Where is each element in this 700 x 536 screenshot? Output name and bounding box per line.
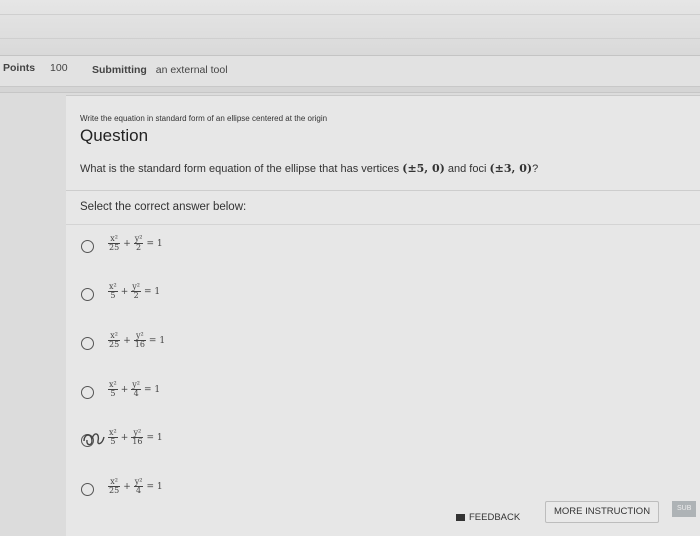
feedback-icon [456,513,465,521]
points-value: 100 [50,62,68,74]
more-instruction-button[interactable]: MORE INSTRUCTION [545,501,660,523]
divider [66,224,700,225]
footer-actions: FEEDBACK MORE INSTRUCTION SUB [0,495,700,525]
feedback-button[interactable]: FEEDBACK [448,507,528,529]
option-formula: x² 25 + y² 4 = 1 [108,477,163,495]
question-instruction: Write the equation in standard form of a… [80,114,328,123]
select-answer-label: Select the correct answer below: [80,201,247,213]
submit-button[interactable]: SUB [672,501,697,517]
submitting-label: Submitting [92,64,147,76]
prompt-suffix: ? [532,163,539,175]
foci-value: (±3, 0) [489,162,533,175]
top-banner [0,0,700,56]
option-formula: x² 25 + y² 2 = 1 [108,234,163,252]
radio-button[interactable] [81,240,94,253]
question-prompt: What is the standard form equation of th… [80,162,538,175]
option-formula: x² 5 + y² 16 = 1 [108,428,163,446]
divider-strip [0,87,700,93]
assignment-meta-bar: Points 100 Submitting an external tool [0,56,700,87]
radio-button[interactable] [81,288,94,301]
question-title: Question [80,126,149,145]
pen-scribble-icon [83,433,105,446]
option-formula: x² 5 + y² 4 = 1 [108,380,161,398]
submitting-value: an external tool [155,64,228,76]
prompt-prefix: What is the standard form equation of th… [80,163,403,175]
option-formula: x² 25 + y² 16 = 1 [108,331,166,349]
divider [66,190,700,191]
prompt-mid: and foci [444,163,490,175]
radio-button[interactable] [81,386,94,399]
option-formula: x² 5 + y² 2 = 1 [108,282,161,300]
vertices-value: (±5, 0) [402,162,445,175]
radio-button[interactable] [81,337,94,350]
submitting-info: Submitting an external tool [92,64,228,76]
points-label: Points [3,62,36,74]
points-info: Points 100 [3,62,68,74]
question-card: Write the equation in standard form of a… [66,95,700,536]
